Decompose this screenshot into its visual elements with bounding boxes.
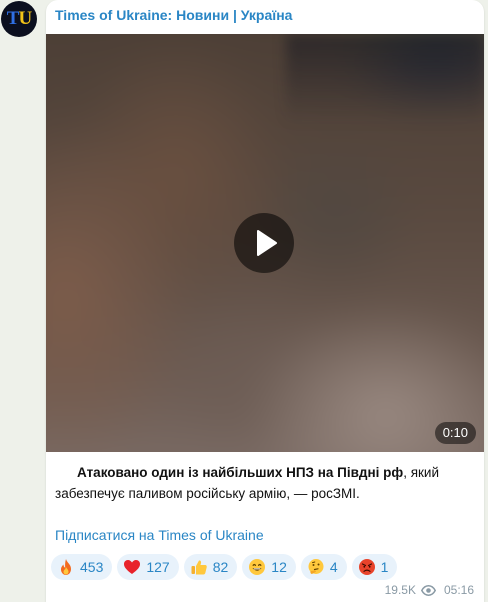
grinning-face-icon <box>249 559 266 575</box>
eye-icon <box>420 584 436 596</box>
message-bubble: Times of Ukraine: Новини | Україна 0:10 … <box>46 0 484 602</box>
reaction-count: 12 <box>271 559 287 575</box>
reaction-fire[interactable]: 453 <box>51 554 113 580</box>
reaction-count: 127 <box>146 559 170 575</box>
avatar-letter-u: U <box>18 8 32 29</box>
message-time: 05:16 <box>443 583 474 597</box>
reaction-grinning[interactable]: 12 <box>242 554 296 580</box>
reaction-heart[interactable]: 127 <box>117 554 179 580</box>
view-count: 19.5K <box>384 583 416 597</box>
reaction-count: 453 <box>80 559 104 575</box>
reaction-thumbs-up[interactable]: 82 <box>183 554 238 580</box>
avatar-letter-t: T <box>6 8 20 29</box>
subscribe-link[interactable]: Підписатися на Times of Ukraine <box>55 527 264 543</box>
message-meta: 19.5K 05:16 <box>385 582 474 598</box>
message-text: Атаковано один із найбільших НПЗ на Півд… <box>55 462 475 504</box>
video-player[interactable]: 0:10 <box>46 34 484 452</box>
reaction-count: 1 <box>380 559 389 575</box>
thumbs-up-icon <box>191 560 207 575</box>
angry-face-icon <box>358 559 375 575</box>
fire-icon <box>61 559 71 575</box>
video-duration: 0:10 <box>434 422 476 444</box>
channel-name[interactable]: Times of Ukraine: Новини | Україна <box>55 7 292 23</box>
channel-avatar[interactable]: TU <box>1 1 37 37</box>
message-bold-text: Атаковано один із найбільших НПЗ на Півд… <box>77 465 404 480</box>
reaction-count: 4 <box>329 559 338 575</box>
reaction-count: 82 <box>212 559 229 575</box>
reaction-angry[interactable]: 1 <box>351 554 398 580</box>
thinking-face-icon <box>308 559 324 574</box>
play-button[interactable] <box>234 213 294 273</box>
reaction-thinking[interactable]: 4 <box>300 554 347 580</box>
heart-icon <box>124 560 141 574</box>
reactions-bar: 453 127 82 12 4 1 <box>51 554 398 580</box>
play-icon <box>257 230 277 256</box>
